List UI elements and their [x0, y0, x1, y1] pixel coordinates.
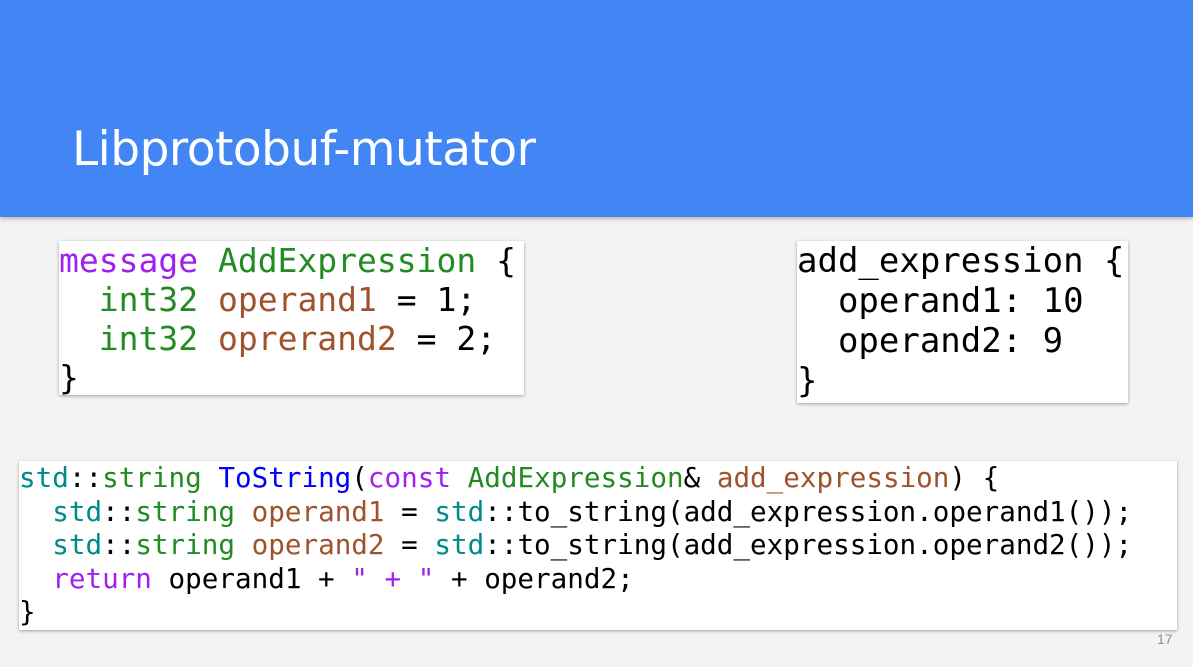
code-line: } — [797, 361, 1128, 401]
code-token: AddExpression — [217, 241, 477, 280]
code-token: add_expression — [716, 461, 950, 494]
code-line: } — [59, 358, 524, 395]
slide-number: 17 — [1157, 631, 1173, 647]
code-token: string — [135, 494, 235, 528]
code-token: :: — [68, 461, 103, 494]
code-line: } — [19, 595, 1177, 629]
code-token: int32 — [98, 280, 199, 319]
code-token: operand1 — [217, 280, 377, 319]
text-format-code-block: add_expression { operand1: 10 operand2: … — [797, 241, 1128, 403]
code-token: operand2: 9 — [797, 321, 1064, 361]
code-line: int32 operand1 = 1; — [59, 280, 524, 319]
code-token: std — [52, 494, 103, 528]
code-line: message AddExpression { — [59, 241, 524, 280]
code-token: " + " — [351, 561, 435, 595]
code-token: AddExpression — [467, 461, 684, 494]
code-token: std — [19, 461, 69, 494]
code-token: operand1 + — [151, 561, 352, 595]
slide-title: Libprotobuf-mutator — [72, 122, 536, 177]
code-token: } — [59, 358, 79, 395]
code-token: + operand2; — [434, 561, 634, 595]
code-token: string — [102, 461, 202, 494]
code-token: int32 — [98, 319, 199, 358]
code-token: operand2 — [251, 528, 385, 561]
slide-header: Libprotobuf-mutator — [0, 0, 1193, 217]
code-token: std — [434, 494, 485, 528]
code-line: std::string ToString(const AddExpression… — [19, 461, 1177, 495]
code-token: string — [135, 528, 235, 561]
code-line: add_expression { — [797, 241, 1128, 281]
code-line: operand2: 9 — [797, 321, 1128, 361]
code-token: = 1; — [376, 280, 477, 319]
code-token: { — [476, 241, 516, 280]
cpp-function-code-block: std::string ToString(const AddExpression… — [19, 461, 1177, 630]
code-token: operand1 — [251, 494, 385, 528]
code-token: ::to_string(add_expression.operand2()); — [484, 528, 1133, 561]
code-token: const — [367, 461, 451, 494]
code-token: = 2; — [396, 319, 497, 358]
code-token: operand1: 10 — [797, 281, 1084, 321]
proto-definition-code-block: message AddExpression { int32 operand1 =… — [59, 241, 524, 395]
code-line: return operand1 + " + " + operand2; — [19, 562, 1177, 596]
code-token: } — [19, 595, 36, 628]
code-token: ::to_string(add_expression.operand1()); — [484, 494, 1133, 528]
code-token: ( — [351, 461, 368, 494]
code-token: ) { — [949, 461, 1000, 494]
code-token: std — [434, 528, 485, 561]
code-token: :: — [102, 494, 136, 528]
code-token: = — [384, 494, 435, 528]
code-token: } — [797, 361, 818, 401]
code-token: std — [52, 528, 103, 561]
code-token: return — [52, 561, 152, 595]
code-line: std::string operand2 = std::to_string(ad… — [19, 528, 1177, 562]
code-line: int32 oprerand2 = 2; — [59, 319, 524, 358]
code-token: ToString — [218, 461, 352, 494]
code-token: message — [59, 241, 199, 280]
code-token: add_expression { — [797, 241, 1125, 281]
code-token: oprerand2 — [217, 319, 397, 358]
code-token: = — [384, 528, 435, 561]
code-token: :: — [102, 528, 136, 561]
code-line: std::string operand1 = std::to_string(ad… — [19, 495, 1177, 529]
code-line: operand1: 10 — [797, 281, 1128, 321]
code-token: & — [683, 461, 717, 494]
